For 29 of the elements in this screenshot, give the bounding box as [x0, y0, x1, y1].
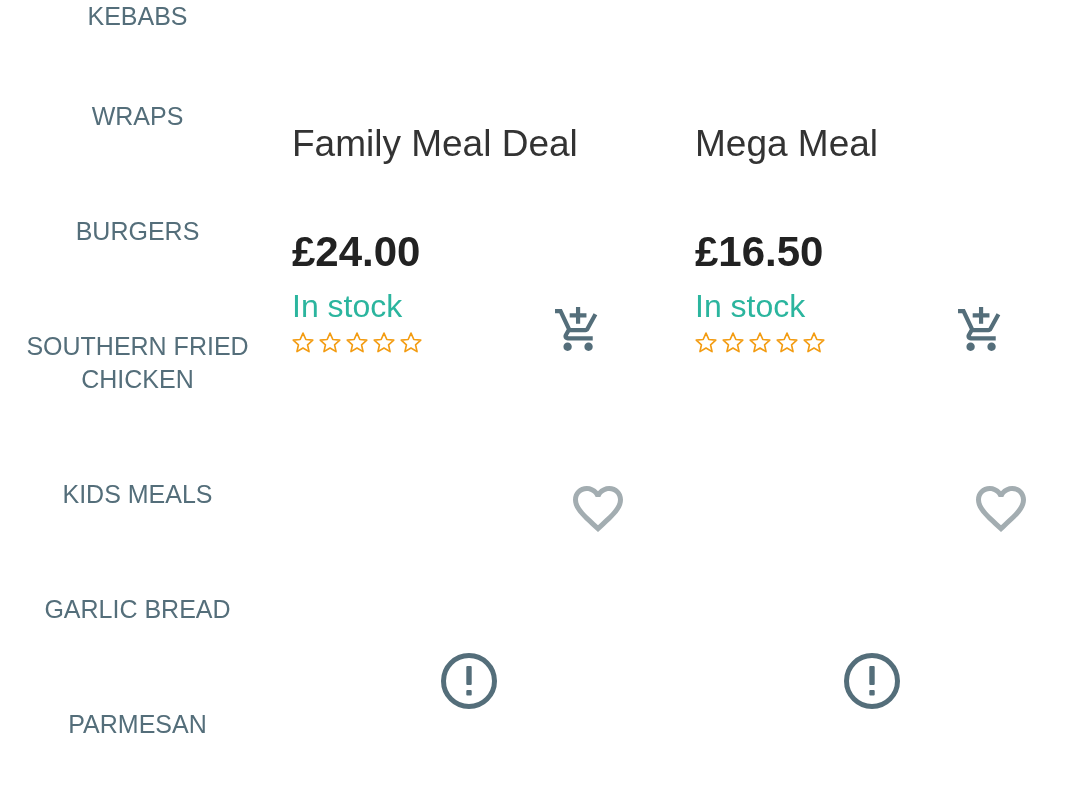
category-link[interactable]: KIDS MEALS — [0, 437, 275, 552]
star-icon — [319, 332, 341, 353]
category-link[interactable]: WRAPS — [0, 59, 275, 174]
add-to-cart-button[interactable] — [958, 307, 1001, 351]
product-price: £24.00 — [292, 228, 421, 276]
category-link[interactable]: KEBABS — [0, 0, 275, 59]
star-icon — [722, 332, 744, 353]
alert-icon[interactable] — [440, 653, 497, 709]
product-title: Family Meal Deal — [292, 122, 578, 166]
star-icon — [292, 332, 314, 353]
star-icon — [400, 332, 422, 353]
cart-plus-icon — [958, 307, 1001, 351]
product-price: £16.50 — [695, 228, 824, 276]
product-title: Mega Meal — [695, 122, 879, 166]
cart-plus-icon — [555, 307, 598, 351]
star-icon — [776, 332, 798, 353]
star-icon — [749, 332, 771, 353]
star-icon — [695, 332, 717, 353]
category-link[interactable]: GARLIC BREAD — [0, 552, 275, 667]
star-icon — [803, 332, 825, 353]
star-icon — [373, 332, 395, 353]
add-to-cart-button[interactable] — [555, 307, 598, 351]
alert-icon[interactable] — [843, 653, 900, 709]
stock-status: In stock — [695, 287, 806, 325]
stock-status: In stock — [292, 287, 403, 325]
category-link[interactable]: SOUTHERN FRIED CHICKEN — [0, 289, 275, 437]
star-icon — [346, 332, 368, 353]
category-link[interactable]: PARMESAN — [0, 667, 275, 782]
category-link[interactable]: BURGERS — [0, 174, 275, 289]
